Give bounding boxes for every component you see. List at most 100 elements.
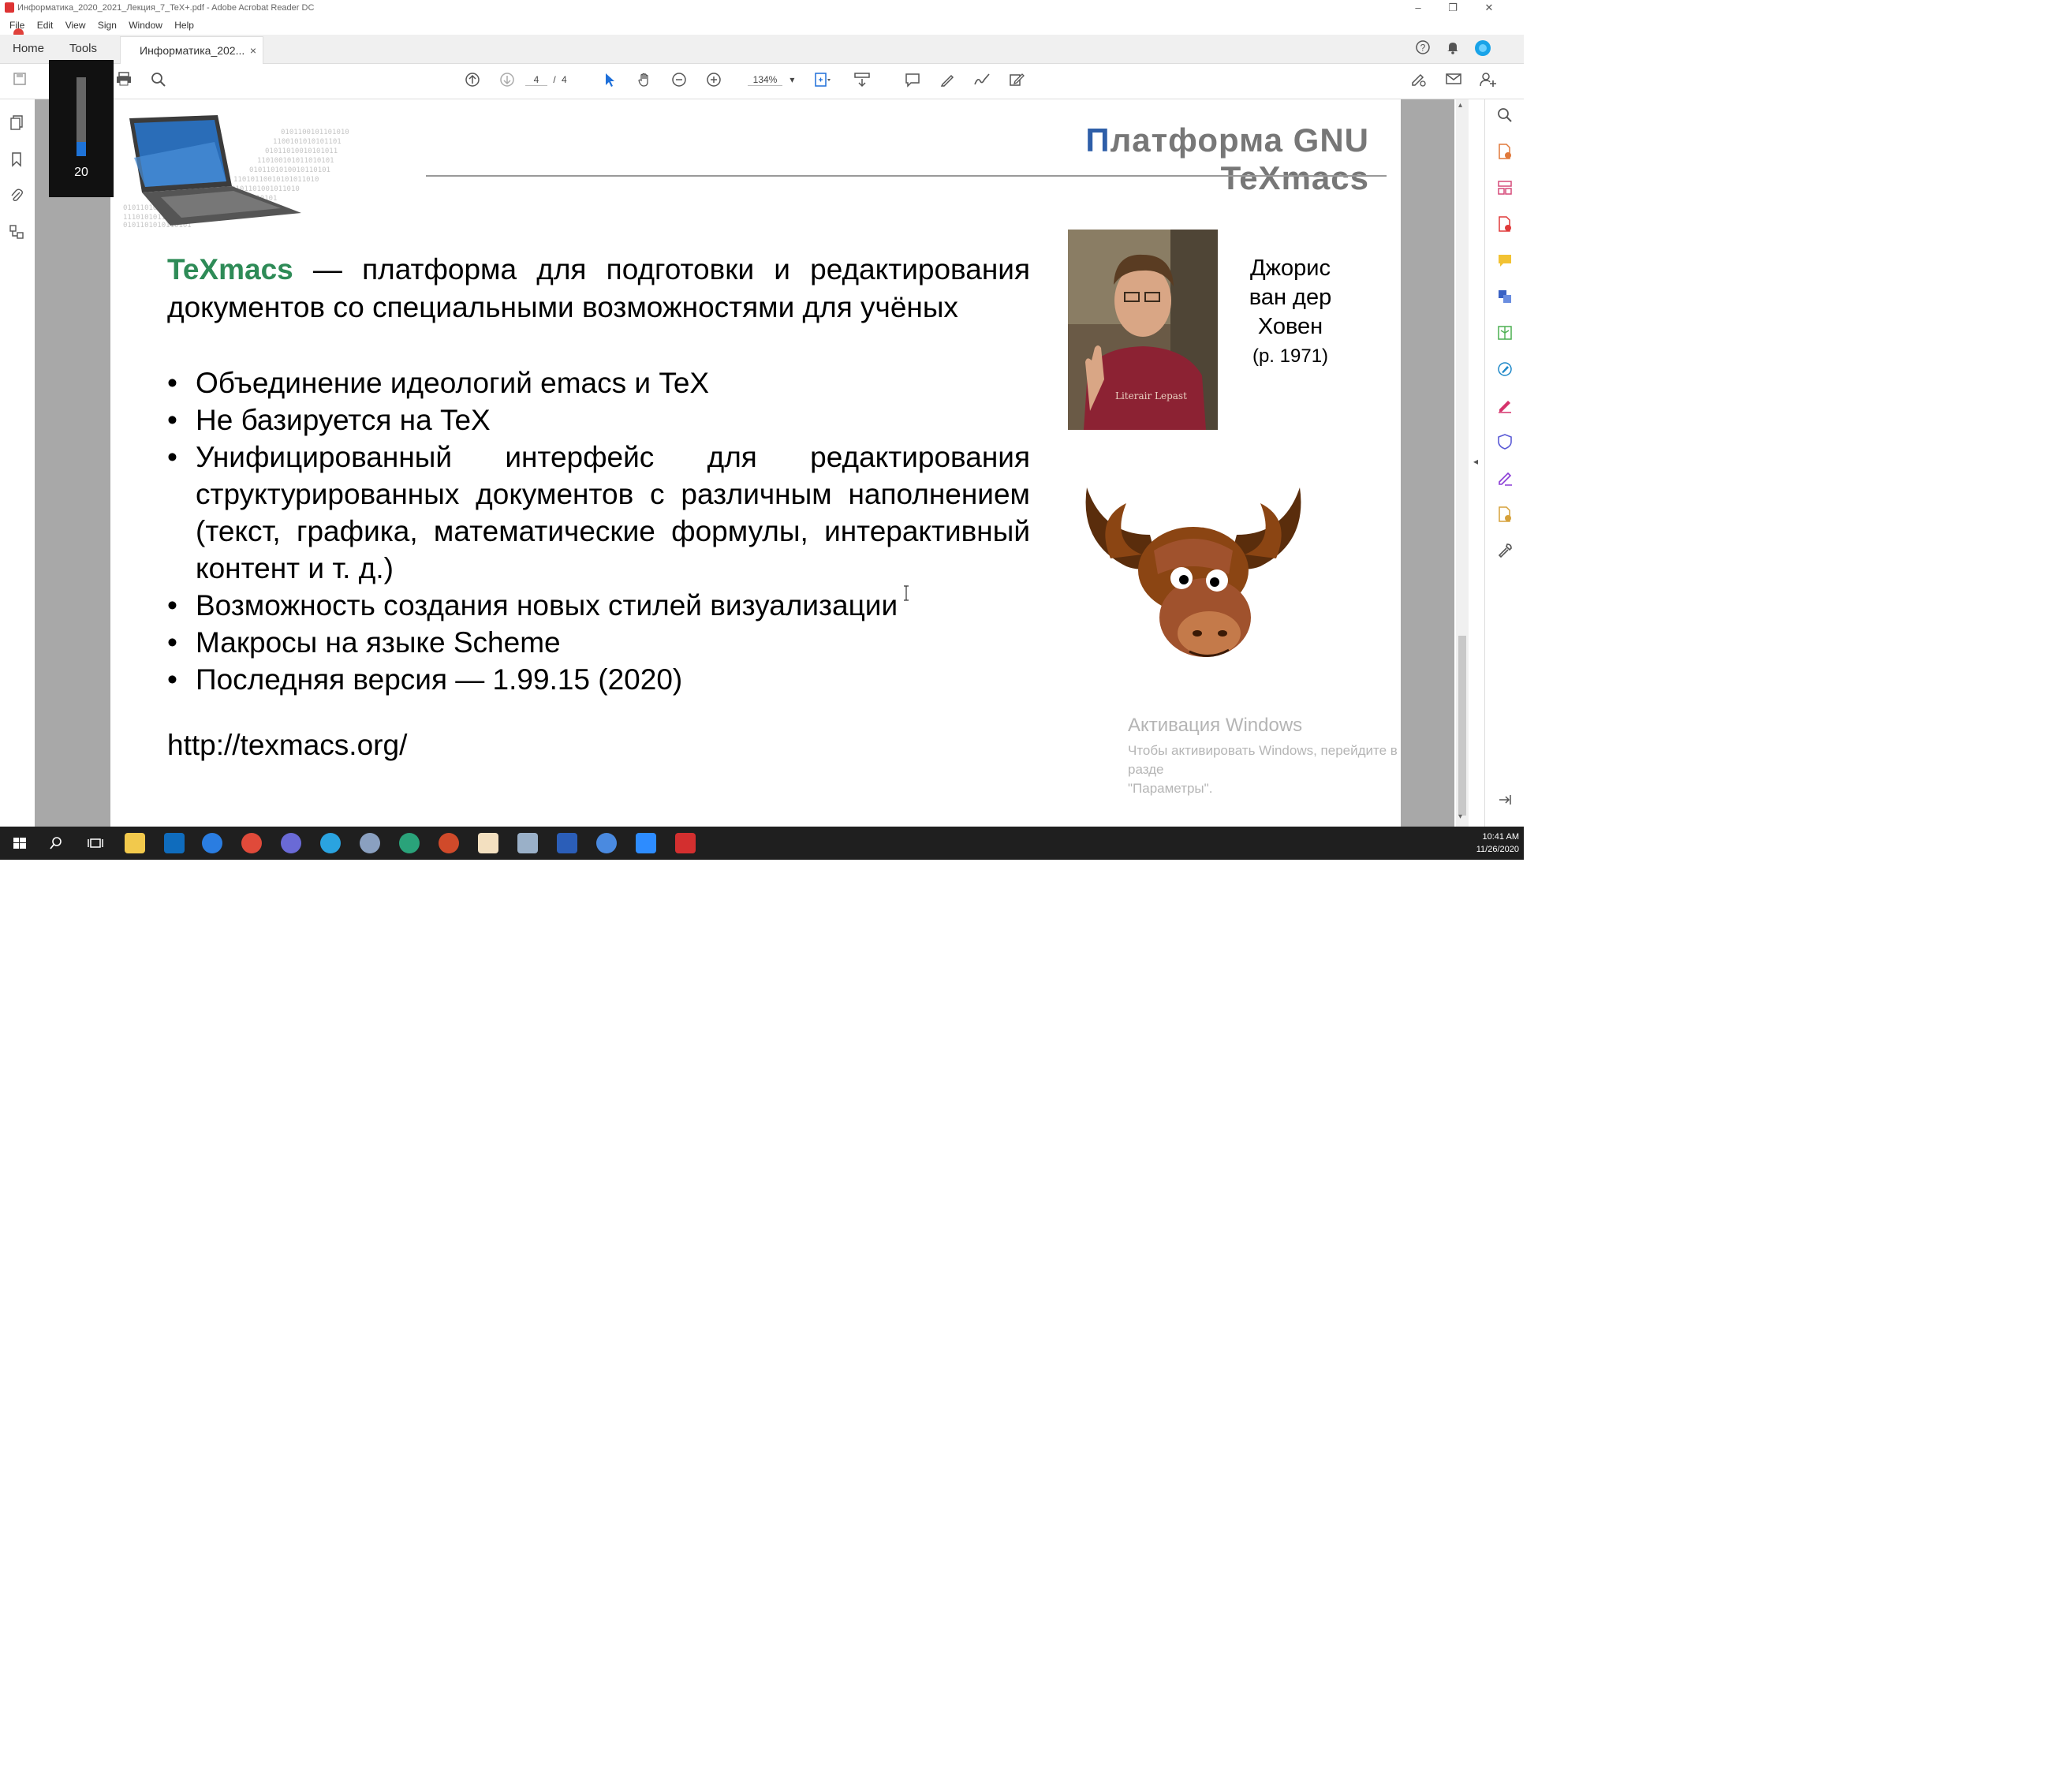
search-icon[interactable] [1495, 107, 1515, 128]
zoom-out-icon[interactable] [669, 72, 689, 91]
app-icon[interactable] [517, 833, 538, 853]
scroll-down-icon[interactable]: ▾ [1458, 812, 1462, 821]
telegram-icon[interactable] [320, 833, 341, 853]
browser-icon[interactable] [281, 833, 301, 853]
pen-icon[interactable] [937, 72, 957, 91]
tab-tools[interactable]: Tools [69, 35, 97, 63]
share-link-icon[interactable] [1409, 72, 1429, 91]
wrench-icon[interactable] [1495, 543, 1515, 563]
scroll-up-icon[interactable]: ▴ [1458, 101, 1462, 110]
person-year: (р. 1971) [1252, 345, 1329, 367]
page-up-icon[interactable] [462, 72, 483, 91]
compress-icon[interactable] [1495, 325, 1515, 345]
clock-time: 10:41 AM [1482, 832, 1519, 842]
app-icon[interactable] [399, 833, 420, 853]
system-clock[interactable]: 10:41 AM 11/26/2020 [1476, 831, 1519, 856]
title-divider [426, 175, 1387, 177]
zoom-level[interactable]: 134% ▾ [748, 74, 794, 86]
layers-icon[interactable] [6, 224, 27, 245]
svg-text:0101100101101010: 0101100101101010 [281, 129, 349, 136]
outlook-icon[interactable] [164, 833, 185, 853]
tools-pane [1484, 99, 1524, 827]
windows-activation-watermark: Активация Windows Чтобы активировать Win… [1128, 715, 1401, 798]
save-icon[interactable] [9, 72, 30, 91]
help-icon[interactable]: ? [1413, 39, 1432, 58]
app-icon[interactable] [360, 833, 380, 853]
close-window-button[interactable]: ✕ [1473, 0, 1505, 16]
zoom-in-icon[interactable] [704, 72, 724, 91]
sign-icon[interactable] [1495, 470, 1515, 491]
document-viewport[interactable]: 0101100101101010 1100101010101101 010110… [35, 99, 1454, 827]
menu-sign[interactable]: Sign [98, 16, 117, 35]
search-icon[interactable] [46, 833, 66, 853]
task-view-icon[interactable] [85, 833, 106, 853]
attachment-icon[interactable] [6, 188, 27, 208]
comment-icon[interactable] [902, 72, 923, 91]
create-pdf-icon[interactable] [1495, 216, 1515, 237]
person-caption: Джорис ван дер Ховен (р. 1971) [1227, 254, 1353, 371]
fit-page-icon[interactable] [812, 72, 833, 91]
list-item: Объединение идеологий emacs и TeX [167, 364, 1030, 401]
add-user-icon[interactable] [1478, 72, 1499, 91]
tab-home[interactable]: Home [13, 35, 44, 63]
minimize-button[interactable]: – [1402, 0, 1434, 16]
protect-icon[interactable] [1495, 434, 1515, 454]
svg-text:110100101011010101: 110100101011010101 [257, 157, 334, 165]
sign-icon[interactable] [972, 72, 992, 91]
powerpoint-icon[interactable] [439, 833, 459, 853]
fill-sign-icon[interactable] [1495, 398, 1515, 418]
vertical-scrollbar[interactable]: ▴ ▾ [1456, 99, 1469, 827]
window-title: Информатика_2020_2021_Лекция_7_TeX+.pdf … [17, 3, 315, 13]
menu-view[interactable]: View [65, 16, 86, 35]
list-item: Макросы на языке Scheme [167, 624, 1030, 661]
comment-icon[interactable] [1495, 252, 1515, 273]
app-icon[interactable] [596, 833, 617, 853]
bell-icon[interactable] [1443, 39, 1462, 58]
zoom-dropdown-icon[interactable]: ▾ [789, 74, 794, 85]
edit-icon[interactable] [1006, 72, 1027, 91]
pdf-page: 0101100101101010 1100101010101101 010110… [110, 99, 1401, 827]
zoom-app-icon[interactable] [636, 833, 656, 853]
tab-document[interactable]: Информатика_202... × [120, 36, 263, 64]
page-thumbnails-icon[interactable] [6, 115, 27, 136]
acrobat-taskbar-icon[interactable] [675, 833, 696, 853]
document-app-icon[interactable] [478, 833, 498, 853]
page-down-icon[interactable] [497, 72, 517, 91]
tab-close-icon[interactable]: × [250, 37, 256, 64]
texmacs-url[interactable]: http://texmacs.org/ [167, 729, 407, 762]
account-avatar-icon[interactable] [1473, 39, 1492, 58]
hand-icon[interactable] [634, 72, 655, 91]
file-explorer-icon[interactable] [125, 833, 145, 853]
collapse-tools-pane-icon[interactable] [1495, 792, 1515, 812]
menu-edit[interactable]: Edit [37, 16, 54, 35]
zoom-value[interactable]: 134% [748, 74, 782, 86]
combine-files-icon[interactable] [1495, 289, 1515, 309]
page-current[interactable]: 4 [525, 74, 547, 86]
select-cursor-icon[interactable] [599, 72, 620, 91]
export-pdf-icon[interactable] [1495, 144, 1515, 164]
organize-pages-icon[interactable] [1495, 180, 1515, 200]
edit-pdf-icon[interactable] [1495, 361, 1515, 382]
page-indicator[interactable]: 4 / 4 [525, 74, 567, 86]
watermark-line2: Чтобы активировать Windows, перейдите в … [1128, 743, 1398, 777]
more-tools-icon[interactable] [1495, 506, 1515, 527]
chrome-icon[interactable] [241, 833, 262, 853]
restore-button[interactable]: ❐ [1437, 0, 1469, 16]
texmacs-highlight: TeXmacs [167, 253, 293, 286]
search-zoom-icon[interactable] [148, 72, 169, 91]
word-icon[interactable] [557, 833, 577, 853]
print-icon[interactable] [114, 72, 134, 91]
laptop-illustration: 0101100101101010 1100101010101101 010110… [123, 115, 349, 229]
menu-help[interactable]: Help [174, 16, 194, 35]
mail-icon[interactable] [1443, 72, 1464, 91]
bookmark-icon[interactable] [6, 151, 27, 172]
collapse-right-panel-icon[interactable]: ◂ [1473, 456, 1478, 467]
edge-icon[interactable] [202, 833, 222, 853]
page-total: 4 [562, 74, 567, 85]
start-icon[interactable] [9, 833, 30, 853]
svg-text:0101101010010110101: 0101101010010110101 [249, 166, 330, 174]
intro-paragraph: TeXmacs — платформа для подготовки и ред… [167, 251, 1030, 327]
scrollbar-thumb[interactable] [1458, 636, 1466, 816]
scroll-mode-icon[interactable] [852, 72, 872, 91]
menu-window[interactable]: Window [129, 16, 162, 35]
